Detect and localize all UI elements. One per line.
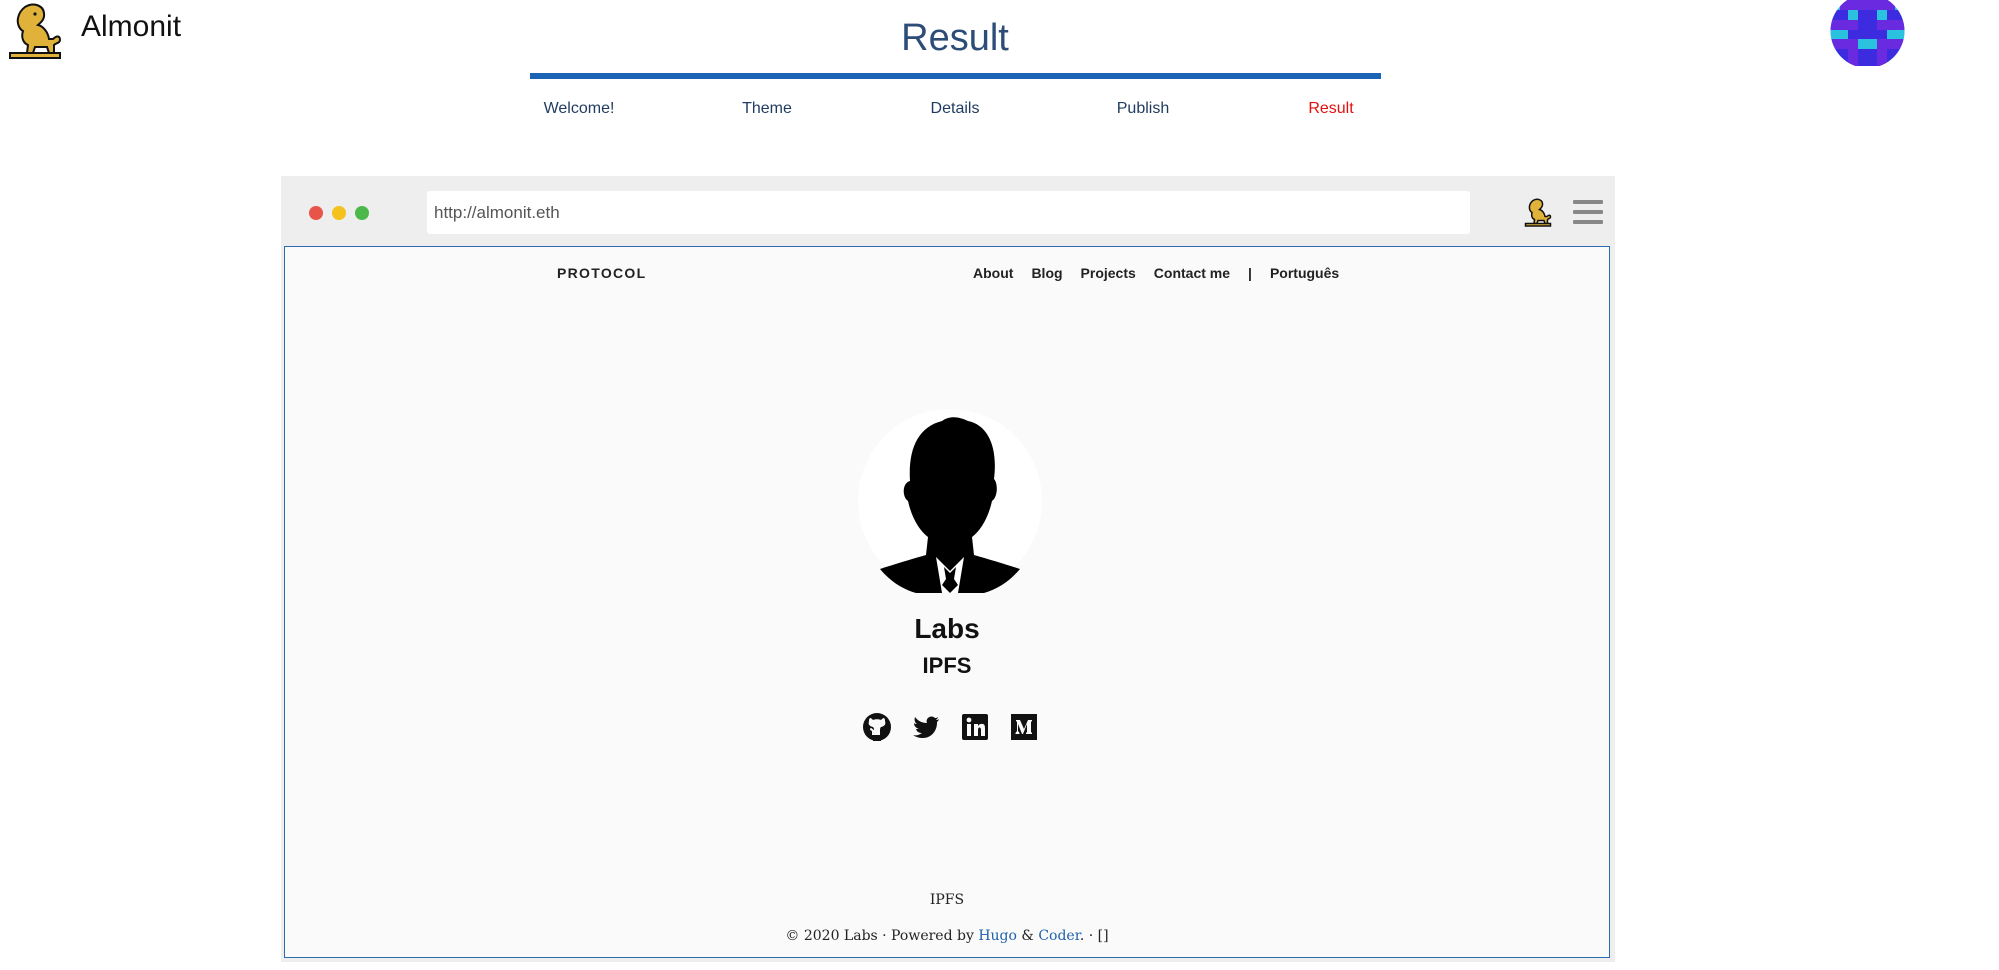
nav-about[interactable]: About bbox=[973, 265, 1013, 281]
twitter-icon[interactable] bbox=[911, 712, 941, 742]
step-welcome[interactable]: Welcome! bbox=[485, 100, 673, 126]
profile-avatar-icon bbox=[858, 409, 1042, 593]
footer-amp: & bbox=[1016, 928, 1039, 944]
step-result[interactable]: Result bbox=[1237, 100, 1425, 126]
minimize-dot bbox=[332, 206, 346, 220]
site-preview: PROTOCOL About Blog Projects Contact me … bbox=[284, 246, 1610, 958]
footer-copyright: © 2020 Labs · Powered by Hugo & Coder. ·… bbox=[285, 928, 1609, 944]
step-theme[interactable]: Theme bbox=[673, 100, 861, 126]
footer-prefix: © 2020 Labs · Powered by bbox=[785, 928, 979, 944]
window-controls bbox=[309, 206, 369, 220]
url-bar[interactable]: http://almonit.eth bbox=[427, 191, 1470, 234]
profile-subtitle: IPFS bbox=[922, 653, 972, 678]
site-brand[interactable]: PROTOCOL bbox=[557, 265, 646, 281]
browser-preview-frame: http://almonit.eth PROTOCOL About Blog P… bbox=[281, 176, 1615, 962]
footer-suffix: . · [] bbox=[1079, 928, 1109, 944]
hugo-link[interactable]: Hugo bbox=[978, 928, 1017, 944]
wizard-steps: Welcome! Theme Details Publish Result bbox=[485, 100, 1425, 126]
profile-name: Labs bbox=[914, 613, 980, 644]
nav-projects[interactable]: Projects bbox=[1081, 265, 1136, 281]
site-nav: About Blog Projects Contact me | Portugu… bbox=[973, 265, 1357, 281]
hamburger-menu-icon[interactable] bbox=[1573, 200, 1603, 226]
footer-title: IPFS bbox=[929, 892, 965, 908]
medium-icon[interactable] bbox=[1009, 712, 1039, 742]
page-title: Result bbox=[901, 17, 1009, 59]
step-publish[interactable]: Publish bbox=[1049, 100, 1237, 126]
maximize-dot bbox=[355, 206, 369, 220]
url-text: http://almonit.eth bbox=[434, 202, 560, 222]
step-details[interactable]: Details bbox=[861, 100, 1049, 126]
lion-logo-icon[interactable] bbox=[1523, 196, 1553, 229]
nav-language[interactable]: Português bbox=[1270, 265, 1339, 281]
wizard-progress-bar bbox=[530, 73, 1381, 79]
linkedin-icon[interactable] bbox=[960, 712, 990, 742]
coder-link[interactable]: Coder bbox=[1038, 928, 1080, 944]
nav-blog[interactable]: Blog bbox=[1031, 265, 1062, 281]
github-icon[interactable] bbox=[862, 712, 892, 742]
nav-contact[interactable]: Contact me bbox=[1154, 265, 1230, 281]
nav-separator: | bbox=[1248, 265, 1252, 281]
social-links bbox=[858, 712, 1042, 744]
close-dot bbox=[309, 206, 323, 220]
